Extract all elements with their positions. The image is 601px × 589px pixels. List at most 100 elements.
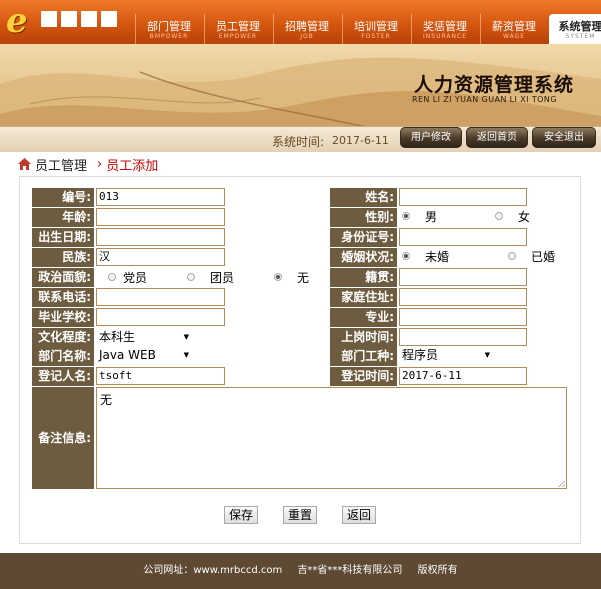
- main-nav: 部门管理 BMPOWER 员工管理 EMPOWER 招聘管理 JOB 培训管理 …: [135, 14, 601, 44]
- politics-radio-party[interactable]: [108, 273, 116, 281]
- politics-option-party: 党员: [123, 271, 148, 285]
- dept-select[interactable]: Java WEB ▼: [99, 347, 189, 364]
- user-edit-button[interactable]: 用户修改: [400, 127, 462, 148]
- nation-label: 民族:: [32, 248, 94, 267]
- nav-employee-sub: EMPOWER: [218, 33, 258, 40]
- gender-radio-male[interactable]: [402, 212, 410, 220]
- number-label: 编号:: [32, 188, 94, 207]
- remark-textarea[interactable]: 无: [96, 387, 567, 489]
- nav-job-sub: JOB: [300, 33, 314, 40]
- footer-rights: 版权所有: [417, 565, 458, 576]
- nav-training-label: 培训管理: [354, 20, 398, 33]
- nav-salary-label: 薪资管理: [492, 20, 536, 33]
- nav-reward-label: 奖惩管理: [423, 20, 467, 33]
- nav-job[interactable]: 招聘管理 JOB: [273, 14, 340, 44]
- nav-employee[interactable]: 员工管理 EMPOWER: [204, 14, 271, 44]
- politics-option-none: 无: [297, 271, 310, 285]
- system-title: 人力资源管理系统: [414, 74, 575, 96]
- number-input[interactable]: 013: [96, 188, 225, 206]
- breadcrumb-current[interactable]: 员工管理: [35, 155, 87, 174]
- phone-input[interactable]: [96, 288, 225, 306]
- nav-system-label: 系统管理: [558, 20, 601, 33]
- record-time-input[interactable]: 2017-6-11: [399, 367, 527, 385]
- gender-option-male: 男: [425, 210, 438, 224]
- nav-dept-sub: BMPOWER: [149, 33, 189, 40]
- hire-date-label: 上岗时间:: [330, 328, 397, 347]
- nav-system[interactable]: 系统管理 SYSTEM: [549, 14, 601, 44]
- dept-label: 部门名称:: [32, 347, 94, 366]
- native-label: 籍贯:: [330, 268, 397, 287]
- gender-radio-female[interactable]: [495, 212, 503, 220]
- recorder-input[interactable]: tsoft: [96, 367, 225, 385]
- education-value: 本科生: [99, 330, 136, 344]
- major-label: 专业:: [330, 308, 397, 327]
- dropdown-arrow-icon: ▼: [183, 333, 189, 341]
- nav-job-label: 招聘管理: [285, 20, 329, 33]
- marriage-option-married: 已婚: [531, 250, 556, 264]
- reset-button[interactable]: 重置: [283, 506, 317, 524]
- politics-label: 政治面貌:: [32, 268, 94, 287]
- record-time-label: 登记时间:: [330, 367, 397, 386]
- gender-label: 性别:: [330, 208, 397, 227]
- id-card-label: 身份证号:: [330, 228, 397, 247]
- job-label: 部门工种:: [330, 347, 397, 366]
- name-input[interactable]: [399, 188, 527, 206]
- logo-e-icon: e: [6, 1, 28, 41]
- breadcrumb: 员工管理 › 员工添加: [18, 155, 159, 174]
- system-time-label: 系统时间:: [272, 135, 325, 149]
- marriage-radio-married[interactable]: [508, 252, 516, 260]
- id-card-input[interactable]: [399, 228, 527, 246]
- marriage-label: 婚姻状况:: [330, 248, 397, 267]
- nation-input[interactable]: 汉: [96, 248, 225, 266]
- resize-grip-icon[interactable]: [558, 480, 565, 487]
- home-icon: [18, 158, 31, 170]
- address-input[interactable]: [399, 288, 527, 306]
- job-value: 程序员: [402, 348, 439, 362]
- system-time-value: 2017-6-11: [332, 134, 389, 147]
- school-label: 毕业学校:: [32, 308, 94, 327]
- politics-radio-none[interactable]: [274, 273, 282, 281]
- nav-salary-sub: WAGE: [502, 33, 526, 40]
- nav-employee-label: 员工管理: [216, 20, 260, 33]
- back-button[interactable]: 返回: [342, 506, 376, 524]
- nav-reward-sub: INSURANCE: [423, 33, 467, 40]
- nav-reward[interactable]: 奖惩管理 INSURANCE: [411, 14, 478, 44]
- major-input[interactable]: [399, 308, 527, 326]
- hire-date-input[interactable]: [399, 328, 527, 346]
- nav-dept[interactable]: 部门管理 BMPOWER: [135, 14, 202, 44]
- gender-option-female: 女: [518, 210, 531, 224]
- logout-button[interactable]: 安全退出: [532, 127, 596, 148]
- age-input[interactable]: [96, 208, 225, 226]
- birthday-input[interactable]: [96, 228, 225, 246]
- footer-site: 公司网址：www.mrbccd.com: [143, 565, 283, 576]
- education-select[interactable]: 本科生 ▼: [99, 329, 189, 346]
- chevron-right-icon: ›: [97, 156, 103, 172]
- nav-training-sub: FOSTER: [361, 33, 391, 40]
- school-input[interactable]: [96, 308, 225, 326]
- address-label: 家庭住址:: [330, 288, 397, 307]
- page-header: e 部门管理 BMPOWER 员工管理 EMPOWER 招聘管理 JOB 培训管…: [0, 0, 601, 152]
- brand-logo: [40, 8, 118, 35]
- phone-label: 联系电话:: [32, 288, 94, 307]
- name-label: 姓名:: [330, 188, 397, 207]
- home-button[interactable]: 返回首页: [466, 127, 528, 148]
- breadcrumb-sub: 员工添加: [106, 158, 159, 174]
- birthday-label: 出生日期:: [32, 228, 94, 247]
- marriage-radio-single[interactable]: [402, 252, 410, 260]
- politics-radio-league[interactable]: [187, 273, 195, 281]
- page-footer: 公司网址：www.mrbccd.com 吉**省***科技有限公司 版权所有: [0, 553, 601, 589]
- job-select[interactable]: 程序员 ▼: [402, 347, 490, 364]
- nav-system-sub: SYSTEM: [565, 33, 596, 40]
- marriage-option-single: 未婚: [425, 250, 450, 264]
- politics-option-league: 团员: [210, 271, 235, 285]
- nav-salary[interactable]: 薪资管理 WAGE: [480, 14, 547, 44]
- dropdown-arrow-icon: ▼: [484, 351, 490, 359]
- native-input[interactable]: [399, 268, 527, 286]
- dropdown-arrow-icon: ▼: [183, 351, 189, 359]
- recorder-label: 登记人名:: [32, 367, 94, 386]
- nav-training[interactable]: 培训管理 FOSTER: [342, 14, 409, 44]
- save-button[interactable]: 保存: [224, 506, 258, 524]
- dept-value: Java WEB: [99, 348, 156, 362]
- system-title-pinyin: REN LI ZI YUAN GUAN LI XI TONG: [412, 95, 557, 104]
- remark-label: 备注信息:: [32, 387, 94, 489]
